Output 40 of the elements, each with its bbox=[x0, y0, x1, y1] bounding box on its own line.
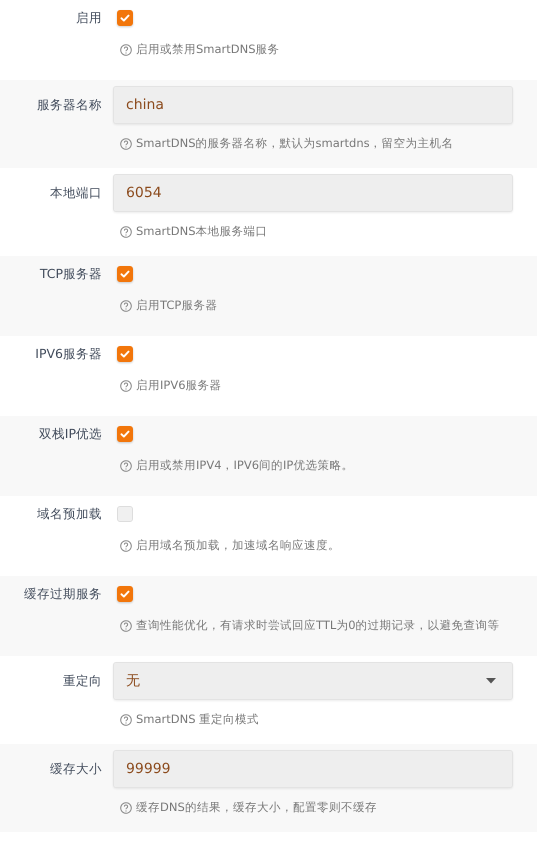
checkbox[interactable] bbox=[117, 426, 133, 442]
help-text: 缓存DNS的结果，缓存大小，配置零则不缓存 bbox=[136, 800, 377, 815]
field-label: 服务器名称 bbox=[36, 96, 102, 114]
field-label: 启用 bbox=[75, 10, 102, 26]
help-icon bbox=[120, 300, 132, 312]
checkbox[interactable] bbox=[117, 10, 133, 26]
help-text: SmartDNS本地服务端口 bbox=[136, 224, 268, 239]
select-field[interactable]: 无 bbox=[113, 662, 513, 700]
checkbox[interactable] bbox=[117, 266, 133, 282]
help-text: 启用域名预加载，加速域名响应速度。 bbox=[136, 538, 340, 553]
help-text: SmartDNS的服务器名称，默认为smartdns，留空为主机名 bbox=[136, 136, 454, 151]
help-icon bbox=[120, 226, 132, 238]
help-text: 启用或禁用SmartDNS服务 bbox=[136, 42, 280, 57]
caret-icon bbox=[486, 678, 496, 684]
help-icon bbox=[120, 620, 132, 632]
help-icon bbox=[120, 380, 132, 392]
field-label: IPV6服务器 bbox=[34, 346, 102, 362]
help-icon bbox=[120, 802, 132, 814]
help-text: SmartDNS 重定向模式 bbox=[136, 712, 260, 727]
field-label: 重定向 bbox=[62, 672, 102, 690]
help-icon bbox=[120, 138, 132, 150]
text-field[interactable]: china bbox=[113, 86, 513, 124]
field-label: 缓存大小 bbox=[49, 760, 102, 778]
help-icon bbox=[120, 460, 132, 472]
text-field[interactable]: 6054 bbox=[113, 174, 513, 212]
help-text: 查询性能优化，有请求时尝试回应TTL为0的过期记录，以避免查询等 bbox=[136, 618, 500, 633]
checkbox[interactable] bbox=[117, 586, 133, 602]
help-text: 启用TCP服务器 bbox=[136, 298, 218, 313]
field-label: 缓存过期服务 bbox=[23, 586, 102, 602]
help-icon bbox=[120, 44, 132, 56]
text-field[interactable]: 99999 bbox=[113, 750, 513, 788]
help-text: 启用IPV6服务器 bbox=[136, 378, 222, 393]
help-icon bbox=[120, 714, 132, 726]
help-text: 启用或禁用IPV4，IPV6间的IP优选策略。 bbox=[136, 458, 354, 473]
field-label: 本地端口 bbox=[49, 184, 102, 202]
field-label: 域名预加载 bbox=[36, 506, 102, 522]
field-label: TCP服务器 bbox=[38, 266, 102, 282]
help-icon bbox=[120, 540, 132, 552]
checkbox[interactable] bbox=[117, 346, 133, 362]
field-label: 双栈IP优选 bbox=[38, 426, 102, 442]
